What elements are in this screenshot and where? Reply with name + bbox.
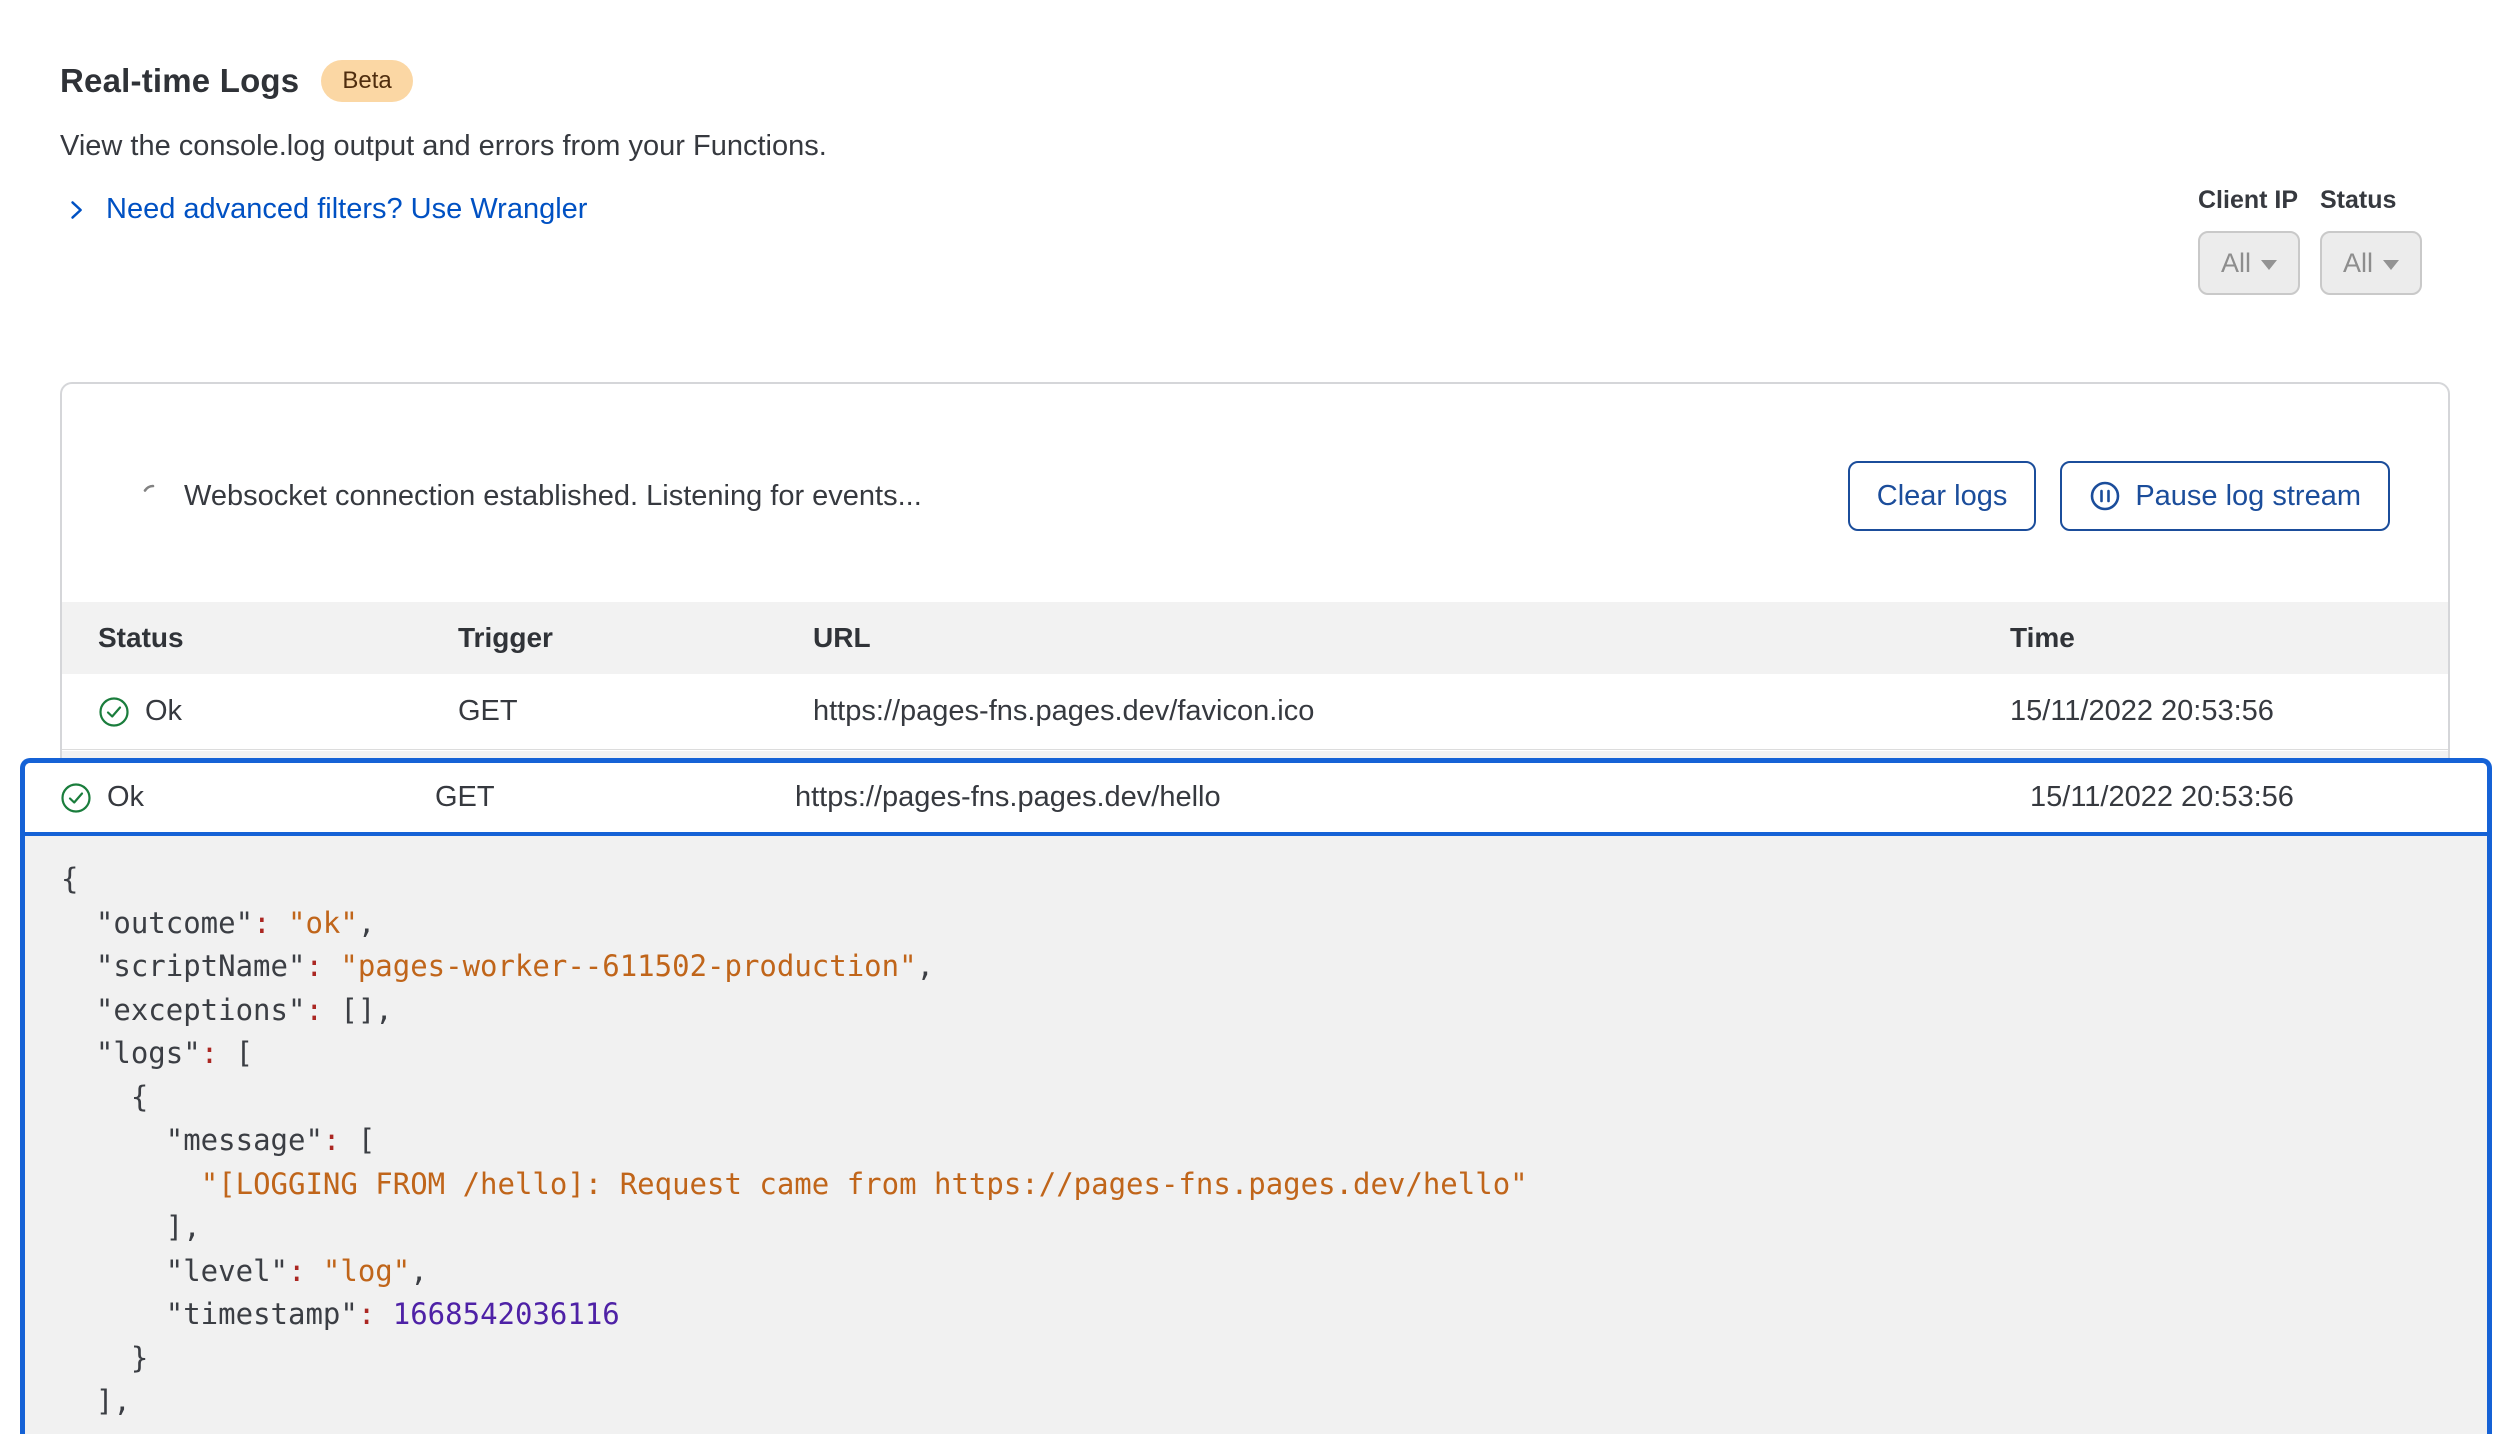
status-filter: Status All xyxy=(2320,186,2422,295)
pause-log-stream-button[interactable]: Pause log stream xyxy=(2060,461,2390,531)
client-ip-filter-value: All xyxy=(2221,248,2251,279)
wrangler-filters-link[interactable]: Need advanced filters? Use Wrangler xyxy=(62,193,587,226)
client-ip-filter-dropdown[interactable]: All xyxy=(2198,231,2300,295)
check-circle-icon xyxy=(98,696,130,728)
websocket-status-row: Websocket connection established. Listen… xyxy=(140,461,922,531)
clear-logs-button[interactable]: Clear logs xyxy=(1848,461,2037,531)
status-filter-dropdown[interactable]: All xyxy=(2320,231,2422,295)
trigger-cell: GET xyxy=(458,695,813,728)
beta-badge: Beta xyxy=(321,60,412,102)
pause-log-stream-label: Pause log stream xyxy=(2135,480,2361,513)
time-cell: 15/11/2022 20:53:56 xyxy=(2010,695,2448,728)
log-actions: Clear logs Pause log stream xyxy=(1848,461,2390,531)
spinner-icon xyxy=(140,483,166,509)
status-cell: Ok xyxy=(60,781,435,814)
page-subtitle: View the console.log output and errors f… xyxy=(60,130,827,163)
chevron-right-icon xyxy=(62,196,90,224)
check-circle-icon xyxy=(60,782,92,814)
wrangler-link-label: Need advanced filters? Use Wrangler xyxy=(106,193,587,226)
caret-down-icon xyxy=(2383,260,2399,270)
logs-card: Websocket connection established. Listen… xyxy=(60,382,2450,802)
trigger-cell: GET xyxy=(435,781,795,814)
column-header-time: Time xyxy=(2010,622,2448,654)
page-title: Real-time Logs xyxy=(60,62,299,100)
page-header: Real-time Logs Beta xyxy=(60,60,413,102)
column-header-status: Status xyxy=(98,622,458,654)
websocket-status-text: Websocket connection established. Listen… xyxy=(184,480,922,513)
clear-logs-label: Clear logs xyxy=(1877,480,2008,513)
column-header-trigger: Trigger xyxy=(458,622,813,654)
table-row[interactable]: Ok GET https://pages-fns.pages.dev/favic… xyxy=(62,674,2448,750)
status-cell: Ok xyxy=(98,695,458,728)
status-filter-label: Status xyxy=(2320,186,2422,215)
status-value: Ok xyxy=(107,781,144,814)
status-value: Ok xyxy=(145,695,182,728)
log-json: { "outcome": "ok", "scriptName": "pages-… xyxy=(25,836,2487,1424)
realtime-logs-page: Real-time Logs Beta View the console.log… xyxy=(0,0,2508,1434)
selected-table-row[interactable]: Ok GET https://pages-fns.pages.dev/hello… xyxy=(25,763,2487,836)
status-filter-value: All xyxy=(2343,248,2373,279)
column-header-url: URL xyxy=(813,622,2010,654)
log-table-header: Status Trigger URL Time xyxy=(62,602,2448,674)
client-ip-filter: Client IP All xyxy=(2198,186,2300,295)
client-ip-filter-label: Client IP xyxy=(2198,186,2300,215)
url-cell: https://pages-fns.pages.dev/favicon.ico xyxy=(813,695,2010,728)
expanded-log-panel: Ok GET https://pages-fns.pages.dev/hello… xyxy=(20,758,2492,1434)
time-cell: 15/11/2022 20:53:56 xyxy=(2030,781,2487,814)
pause-icon xyxy=(2089,480,2121,512)
caret-down-icon xyxy=(2261,260,2277,270)
url-cell: https://pages-fns.pages.dev/hello xyxy=(795,781,2030,814)
